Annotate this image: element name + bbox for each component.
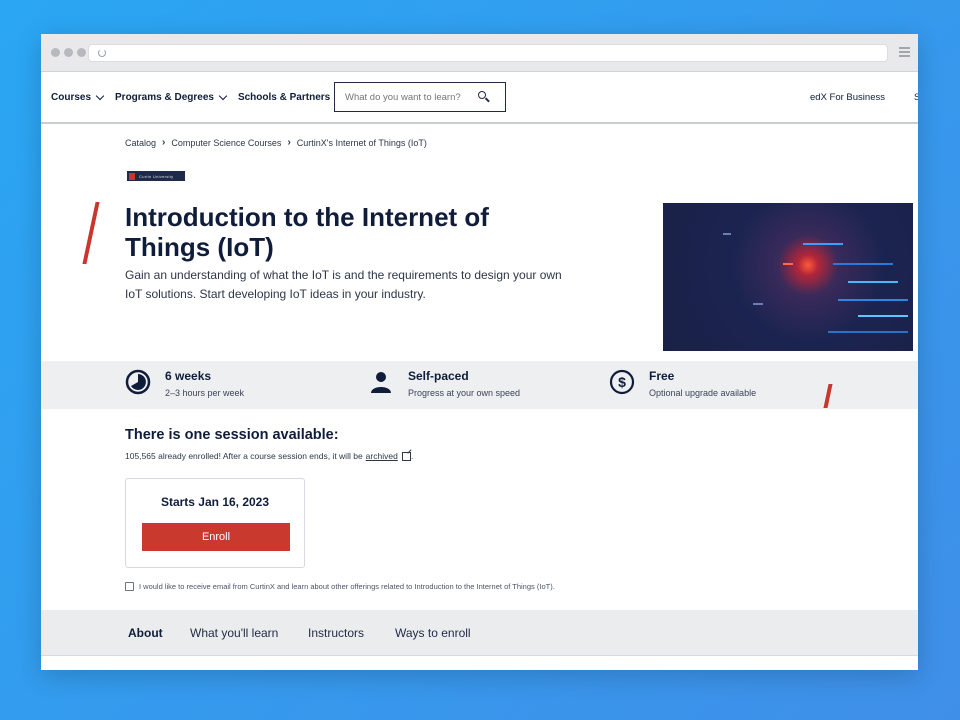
- stat-duration-sub: 2–3 hours per week: [165, 388, 245, 398]
- email-optin: I would like to receive email from Curti…: [125, 582, 555, 591]
- enrolled-count-text: 105,565 already enrolled! After a course…: [125, 451, 413, 461]
- breadcrumb-catalog[interactable]: Catalog: [125, 138, 156, 148]
- course-description: Gain an understanding of what the IoT is…: [125, 268, 562, 301]
- course-hero-image: [663, 203, 913, 351]
- tab-about[interactable]: About: [128, 626, 163, 640]
- stat-price-sub: Optional upgrade available: [649, 388, 757, 398]
- logo-text: Curtin University: [139, 173, 174, 179]
- stat-pace-sub: Progress at your own speed: [408, 388, 521, 398]
- dollar-icon: $: [609, 369, 635, 395]
- reload-icon[interactable]: [98, 49, 106, 57]
- browser-window: Courses Programs & Degrees Schools & Par…: [41, 34, 918, 670]
- crest-icon: [129, 172, 135, 180]
- enroll-button[interactable]: Enroll: [142, 523, 290, 551]
- stat-pace: Self-paced Progress at your own speed: [368, 369, 520, 398]
- address-bar[interactable]: [88, 44, 888, 62]
- stat-pace-title: Self-paced: [408, 369, 469, 383]
- site-header: Courses Programs & Degrees Schools & Par…: [41, 72, 918, 124]
- maximize-dot-icon[interactable]: [77, 48, 86, 57]
- nav-programs-label: Programs & Degrees: [115, 91, 214, 103]
- person-icon: [371, 372, 391, 393]
- enrolled-text: 105,565 already enrolled! After a course…: [125, 451, 363, 461]
- session-heading: There is one session available:: [125, 427, 339, 443]
- minimize-dot-icon[interactable]: [64, 48, 73, 57]
- tab-what-youll-learn[interactable]: What you'll learn: [190, 626, 278, 640]
- session-card: Starts Jan 16, 2023 Enroll: [125, 478, 305, 568]
- chevron-right-icon: ›: [287, 137, 291, 148]
- nav-courses[interactable]: Courses: [51, 91, 105, 103]
- search-box: [334, 82, 506, 112]
- stat-duration: 6 weeks 2–3 hours per week: [125, 369, 244, 398]
- archived-link[interactable]: archived: [366, 451, 398, 461]
- curtin-logo[interactable]: Curtin University: [127, 171, 185, 181]
- stat-price-title: Free: [649, 369, 675, 383]
- course-tabs: About What you'll learn Instructors Ways…: [41, 610, 918, 656]
- nav-programs-degrees[interactable]: Programs & Degrees: [115, 91, 228, 103]
- edx-for-business-link[interactable]: edX For Business: [810, 92, 885, 103]
- stat-duration-title: 6 weeks: [165, 369, 212, 383]
- breadcrumb-cs-courses[interactable]: Computer Science Courses: [171, 138, 281, 148]
- email-optin-checkbox[interactable]: [125, 582, 134, 591]
- browser-chrome: [41, 34, 918, 72]
- tab-instructors[interactable]: Instructors: [308, 626, 364, 640]
- enrolled-suffix: .: [410, 451, 414, 461]
- close-dot-icon[interactable]: [51, 48, 60, 57]
- nav-courses-label: Courses: [51, 91, 92, 103]
- chevron-down-icon: [218, 91, 228, 100]
- external-link-icon[interactable]: [401, 451, 411, 461]
- session-start-date: Starts Jan 16, 2023: [160, 495, 270, 509]
- breadcrumb: Catalog › Computer Science Courses › Cur…: [125, 137, 427, 148]
- search-input[interactable]: [345, 91, 473, 103]
- browser-menu-icon[interactable]: [899, 47, 910, 59]
- chevron-down-icon: [95, 91, 105, 100]
- svg-text:$: $: [618, 374, 626, 390]
- truncated-nav-item[interactable]: S: [914, 92, 918, 102]
- breadcrumb-current: CurtinX's Internet of Things (IoT): [296, 137, 427, 148]
- clock-icon: [125, 369, 151, 395]
- accent-slash: [82, 202, 100, 264]
- page-title: Introduction to the Internet of Things (…: [125, 202, 489, 262]
- tab-ways-to-enroll[interactable]: Ways to enroll: [395, 626, 471, 640]
- nav-schools-label: Schools & Partners: [237, 91, 331, 103]
- search-icon[interactable]: [477, 90, 491, 104]
- nav-schools-partners[interactable]: Schools & Partners: [238, 92, 330, 103]
- stat-price: $ Free Optional upgrade available: [609, 369, 756, 398]
- course-stats-band: 6 weeks 2–3 hours per week Self-paced Pr…: [41, 361, 918, 409]
- chevron-right-icon: ›: [162, 137, 166, 148]
- email-optin-label[interactable]: I would like to receive email from Curti…: [139, 582, 555, 591]
- window-controls: [51, 48, 86, 57]
